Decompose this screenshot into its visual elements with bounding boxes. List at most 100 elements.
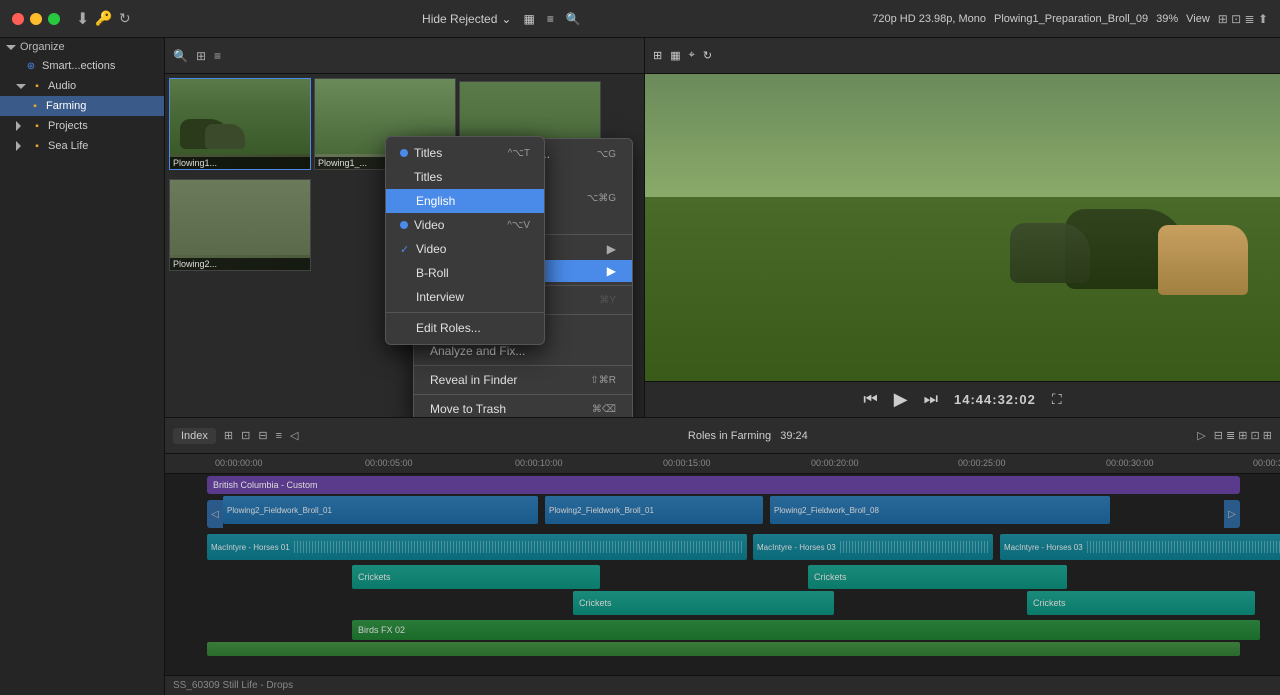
clip-label: Plowing1... bbox=[170, 157, 310, 169]
window-icons[interactable]: ⊞ ⊡ ≣ ⬆ bbox=[1218, 12, 1268, 26]
titlebar: ⬇ 🔑 ↻ Hide Rejected ⌄ ▦ ≡ 🔍 720p HD 23.9… bbox=[0, 0, 1280, 38]
timeline-clip-plowing-broll-01[interactable]: Plowing2_Fieldwork_Broll_01 bbox=[223, 496, 538, 524]
ruler-mark: 00:00:35:00 bbox=[1253, 458, 1280, 468]
timeline-clip-macintyre-horses-03a[interactable]: MacIntyre - Horses 03 bbox=[753, 534, 993, 560]
browser: 🔍 ⊞ ≡ Plowing1... bbox=[165, 38, 645, 417]
clip-left-arrow: ◁ bbox=[207, 500, 223, 528]
ctx-move-to-trash[interactable]: Move to Trash ⌘⌫ bbox=[414, 398, 632, 417]
key-icon[interactable]: 🔑 bbox=[95, 10, 112, 27]
submenu-item-titles-dot[interactable]: Titles ^⌥T bbox=[386, 141, 544, 165]
preview-icon4[interactable]: ↻ bbox=[703, 49, 712, 62]
timeline-clip-bc-custom[interactable]: British Columbia - Custom bbox=[207, 476, 1240, 494]
submenu-item-video-check[interactable]: ✓ Video bbox=[386, 237, 544, 261]
roles-label-container: Roles in Farming 39:24 bbox=[306, 430, 1189, 442]
timeline-icon2[interactable]: ⊡ bbox=[241, 429, 250, 442]
browser-view-icon[interactable]: ⊞ bbox=[196, 49, 206, 63]
index-label[interactable]: Index bbox=[173, 428, 216, 444]
submenu-item-edit-roles[interactable]: Edit Roles... bbox=[386, 316, 544, 340]
forward-icon[interactable]: ▷ bbox=[1197, 429, 1205, 442]
timeline-clip-plowing-broll-01b[interactable]: Plowing2_Fieldwork_Broll_01 bbox=[545, 496, 763, 524]
submenu-arrow-icon: ▶ bbox=[607, 242, 616, 256]
video-scene bbox=[645, 74, 1280, 381]
submenu-item-english[interactable]: English bbox=[386, 189, 544, 213]
preview-icon1[interactable]: ⊞ bbox=[653, 49, 662, 62]
timeline-toolbar: Index ⊞ ⊡ ⊟ ≡ ◁ Roles in Farming 39:24 ▷… bbox=[165, 418, 1280, 454]
sidebar-item-smart-collections[interactable]: ⊛ Smart...ections bbox=[0, 56, 164, 76]
submenu-item-titles-plain[interactable]: Titles bbox=[386, 165, 544, 189]
clip-name: Plowing1_Preparation_Broll_09 bbox=[994, 13, 1148, 25]
timeline-clip-crickets-1b[interactable]: Crickets bbox=[808, 565, 1067, 589]
view-button[interactable]: View bbox=[1186, 13, 1210, 25]
ctx-separator bbox=[414, 365, 632, 366]
organize-label: Organize bbox=[20, 41, 65, 53]
audio-track-crickets-1: Crickets Crickets bbox=[165, 565, 1280, 593]
sidebar-item-sea-life[interactable]: ▪ Sea Life bbox=[0, 136, 164, 156]
resolution-label: 720p HD 23.98p, Mono bbox=[872, 13, 986, 25]
farming-label: Farming bbox=[46, 100, 86, 112]
person-silhouette bbox=[1010, 223, 1090, 283]
sidebar-item-projects[interactable]: ▪ Projects bbox=[0, 116, 164, 136]
folder-icon: ▪ bbox=[28, 99, 42, 113]
timeline-right-icons[interactable]: ⊟ ≣ ⊞ ⊡ ⊞ bbox=[1214, 429, 1272, 442]
timeline-clip-still-life[interactable] bbox=[207, 642, 1240, 656]
submenu-item-video-dot[interactable]: Video ^⌥V bbox=[386, 213, 544, 237]
audio-track-crickets-2: Crickets Crickets bbox=[165, 591, 1280, 619]
ruler-mark: 00:00:15:00 bbox=[663, 458, 711, 468]
fast-forward-icon[interactable]: ⏭ bbox=[924, 391, 938, 409]
clip-thumb[interactable]: Plowing2... bbox=[169, 179, 311, 271]
folder-icon: ▪ bbox=[30, 119, 44, 133]
close-button[interactable] bbox=[12, 13, 24, 25]
maximize-button[interactable] bbox=[48, 13, 60, 25]
ruler-mark: 00:00:05:00 bbox=[365, 458, 413, 468]
preview-icon3[interactable]: ⌖ bbox=[689, 49, 695, 62]
ruler-mark: 00:00:25:00 bbox=[958, 458, 1006, 468]
submenu-item-broll[interactable]: B-Roll bbox=[386, 261, 544, 285]
back-icon[interactable]: ◁ bbox=[290, 429, 298, 442]
expand-icon bbox=[16, 84, 26, 89]
sidebar-item-farming[interactable]: ▪ Farming bbox=[0, 96, 164, 116]
timeline-ruler: 00:00:00:00 00:00:05:00 00:00:10:00 00:0… bbox=[165, 454, 1280, 474]
hide-rejected-control[interactable]: Hide Rejected ⌄ bbox=[422, 12, 511, 26]
fullscreen-icon[interactable]: ⛶ bbox=[1052, 391, 1062, 408]
preview-panel: ⊞ ▦ ⌖ ↻ bbox=[645, 38, 1280, 417]
browser-list-icon[interactable]: ≡ bbox=[214, 49, 221, 63]
timeline-clip-macintyre-horses-03b[interactable]: MacIntyre - Horses 03 bbox=[1000, 534, 1280, 560]
ctx-separator bbox=[414, 394, 632, 395]
ruler-mark: 00:00:30:00 bbox=[1106, 458, 1154, 468]
clip-thumb[interactable]: Plowing1... bbox=[169, 78, 311, 170]
sync-icon[interactable]: ↻ bbox=[119, 10, 131, 27]
preview-icon2[interactable]: ▦ bbox=[670, 49, 680, 62]
filmstrip-icon[interactable]: ▦ bbox=[523, 12, 534, 26]
play-icon[interactable]: ▶ bbox=[894, 389, 908, 410]
sidebar-section-organize[interactable]: Organize bbox=[0, 38, 164, 56]
timeline-icon3[interactable]: ⊟ bbox=[258, 429, 267, 442]
ruler-mark: 00:00:20:00 bbox=[811, 458, 859, 468]
timeline-clip-crickets-2a[interactable]: Crickets bbox=[573, 591, 834, 615]
timeline-clip-crickets-1a[interactable]: Crickets bbox=[352, 565, 600, 589]
audio-track-birds: Birds FX 02 bbox=[165, 620, 1280, 644]
timeline-icon1[interactable]: ⊞ bbox=[224, 429, 233, 442]
timeline-clip-plowing-broll-08[interactable]: Plowing2_Fieldwork_Broll_08 bbox=[770, 496, 1110, 524]
timeline-icon4[interactable]: ≡ bbox=[276, 430, 282, 442]
ctx-reveal-in-finder[interactable]: Reveal in Finder ⇧⌘R bbox=[414, 369, 632, 391]
timeline-clip-crickets-2b[interactable]: Crickets bbox=[1027, 591, 1255, 615]
titlebar-center: Hide Rejected ⌄ ▦ ≡ 🔍 bbox=[422, 12, 581, 26]
duration-label: 39:24 bbox=[780, 430, 808, 442]
browser-search-icon[interactable]: 🔍 bbox=[173, 49, 188, 63]
clip-label: Plowing2... bbox=[170, 258, 310, 270]
download-icon[interactable]: ⬇ bbox=[76, 9, 89, 29]
search-icon[interactable]: 🔍 bbox=[566, 12, 581, 26]
preview-toolbar: ⊞ ▦ ⌖ ↻ bbox=[645, 38, 1280, 74]
timeline-clip-birds-fx[interactable]: Birds FX 02 bbox=[352, 620, 1260, 640]
rewind-icon[interactable]: ⏮ bbox=[863, 391, 877, 409]
minimize-button[interactable] bbox=[30, 13, 42, 25]
timeline-clip-macintyre-horses-01[interactable]: MacIntyre - Horses 01 bbox=[207, 534, 747, 560]
sidebar-item-audio[interactable]: ▪ Audio bbox=[0, 76, 164, 96]
folder-icon: ▪ bbox=[30, 139, 44, 153]
waveform bbox=[294, 541, 743, 553]
submenu-item-interview[interactable]: Interview bbox=[386, 285, 544, 309]
roles-label: Roles in Farming bbox=[688, 430, 771, 442]
traffic-lights bbox=[12, 13, 60, 25]
list-icon[interactable]: ≡ bbox=[547, 12, 554, 26]
waveform bbox=[1087, 541, 1280, 553]
